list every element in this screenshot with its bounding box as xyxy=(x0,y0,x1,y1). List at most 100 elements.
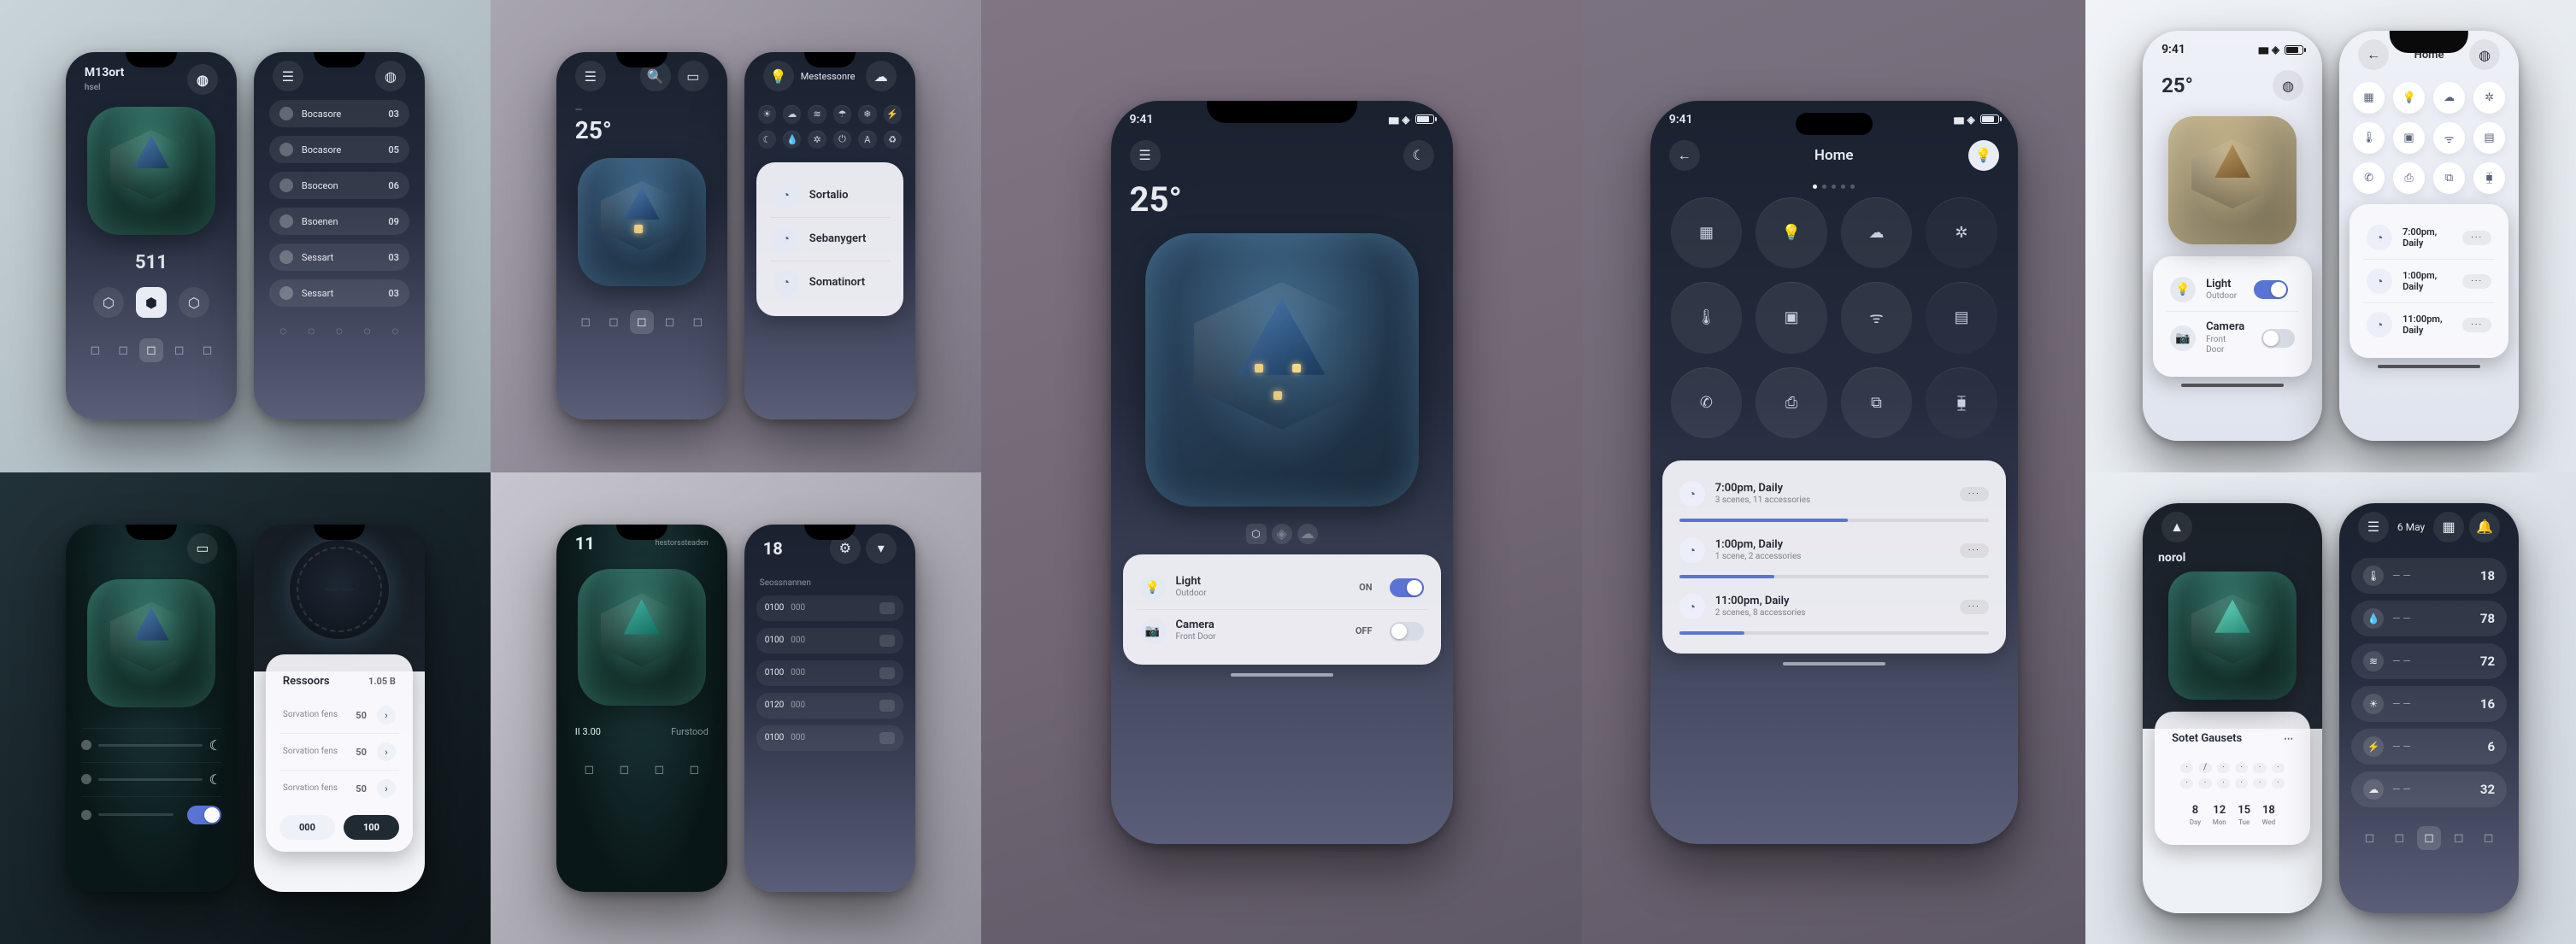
back-button[interactable]: ← xyxy=(1669,140,1700,171)
fan-icon[interactable]: ✲ xyxy=(2473,82,2505,114)
weather-icon[interactable]: ☁ xyxy=(2433,82,2465,114)
nav-b[interactable]: ◻ xyxy=(2387,826,2411,850)
nav-e[interactable]: ◌ xyxy=(384,319,408,343)
k[interactable]: · xyxy=(2253,778,2266,789)
nav-c[interactable]: ◻ xyxy=(647,758,671,782)
row-action[interactable] xyxy=(879,602,895,614)
nav-c[interactable]: ◻ xyxy=(630,310,654,334)
print-icon[interactable]: ⎙ xyxy=(2393,162,2425,194)
print-icon[interactable]: ⎙ xyxy=(1756,367,1827,439)
device-toggle[interactable] xyxy=(1390,578,1424,597)
list-item[interactable]: Sessart03 xyxy=(269,279,409,307)
list-item[interactable]: Sessart03 xyxy=(269,243,409,271)
k[interactable]: · xyxy=(2235,763,2248,773)
data-row[interactable]: 0100000 xyxy=(756,628,903,654)
k[interactable]: · xyxy=(2272,763,2285,773)
more-icon[interactable]: ··· xyxy=(2462,318,2491,332)
scene-row[interactable]: ◔Sortalio xyxy=(770,174,890,217)
moon-icon[interactable]: ☾ xyxy=(1403,140,1434,171)
slider-row-3[interactable] xyxy=(81,796,221,833)
auto-icon[interactable]: A xyxy=(858,131,876,149)
k[interactable]: · xyxy=(2180,763,2193,773)
panel-icon[interactable]: ▤ xyxy=(2473,122,2505,154)
nav-b[interactable]: ◻ xyxy=(612,758,636,782)
row-action-icon[interactable]: › xyxy=(377,706,396,724)
hex-icon[interactable]: ⬡ xyxy=(1246,524,1267,544)
video-icon[interactable]: ⧯ xyxy=(1926,367,1997,439)
number-item[interactable]: 8Day xyxy=(2190,804,2201,826)
bolt-icon[interactable]: ⚡ xyxy=(884,105,902,123)
more-icon[interactable]: ··· xyxy=(1960,600,1989,614)
bulb-badge-icon[interactable]: 💡 xyxy=(1968,140,1999,171)
nav-2[interactable]: ◻ xyxy=(111,338,135,362)
video-icon[interactable]: ⧯ xyxy=(2473,162,2505,194)
cloud-icon[interactable]: ☁ xyxy=(783,105,801,123)
more-icon[interactable]: ··· xyxy=(2462,274,2491,289)
grid-icon[interactable]: ▦ xyxy=(2433,512,2464,542)
stat-row[interactable]: 🌡— —18 xyxy=(2351,558,2507,594)
k[interactable]: · xyxy=(2217,778,2230,789)
k[interactable]: / xyxy=(2198,763,2211,773)
cloud-icon[interactable]: ☁ xyxy=(1297,524,1318,544)
row-action[interactable] xyxy=(879,732,895,744)
k[interactable]: · xyxy=(2217,763,2230,773)
nav-a[interactable]: ◻ xyxy=(573,310,597,334)
schedule-row[interactable]: ◔ 1:00pm, Daily1 scene, 2 accessories ··… xyxy=(1676,529,1992,572)
phone-icon[interactable]: ✆ xyxy=(1671,367,1743,439)
thermo-icon[interactable]: 🌡 xyxy=(1671,282,1743,354)
thermostat-dial[interactable]: — — xyxy=(288,538,391,641)
hex-1-icon[interactable]: ⬡ xyxy=(93,287,124,318)
schedule-row[interactable]: ◔ 11:00pm, Daily ··· xyxy=(2363,302,2495,346)
row-action-icon[interactable]: › xyxy=(377,742,396,761)
hex-3-icon[interactable]: ⬡ xyxy=(179,287,209,318)
chev-icon[interactable]: ▾ xyxy=(866,533,897,564)
list-item[interactable]: Bsoceon06 xyxy=(269,172,409,199)
toggle[interactable] xyxy=(187,806,221,824)
cast-icon[interactable]: ▭ xyxy=(678,61,709,91)
nav-a[interactable]: ◻ xyxy=(577,758,601,782)
slider-row-1[interactable]: ☾ xyxy=(81,728,221,762)
phone-icon[interactable]: ✆ xyxy=(2353,162,2385,194)
badge-icon[interactable]: ◍ xyxy=(2469,39,2500,70)
moon-icon[interactable]: ☾ xyxy=(758,131,776,149)
k[interactable]: · xyxy=(2198,778,2211,789)
list-item[interactable]: Bocasore03 xyxy=(269,100,409,127)
badge-icon[interactable]: ◍ xyxy=(187,64,218,95)
nav-3[interactable]: ◻ xyxy=(139,338,163,362)
nav-d[interactable]: ◌ xyxy=(356,319,379,343)
brand-icon[interactable]: ▲ xyxy=(2161,512,2192,542)
scene-row[interactable]: ◔Sebanygert xyxy=(770,217,890,261)
number-item[interactable]: 15Tue xyxy=(2238,804,2250,826)
fan-icon[interactable]: ✲ xyxy=(808,131,826,149)
nav-c[interactable]: ◻ xyxy=(2417,826,2441,850)
cloud-icon[interactable]: ☁ xyxy=(866,61,897,91)
cast-icon[interactable]: ▭ xyxy=(187,533,218,564)
drop-icon[interactable]: 💧 xyxy=(783,131,801,149)
number-item[interactable]: 18Wed xyxy=(2262,804,2276,826)
bulb-icon[interactable]: 💡 xyxy=(1756,197,1827,269)
wifi-icon[interactable]: ᯤ xyxy=(2433,122,2465,154)
device-toggle[interactable] xyxy=(2261,329,2295,348)
menu-icon[interactable]: ☰ xyxy=(273,61,303,91)
rain-icon[interactable]: ☂ xyxy=(833,105,851,123)
wind-icon[interactable]: ≋ xyxy=(808,105,826,123)
nav-b[interactable]: ◌ xyxy=(299,319,323,343)
list-item[interactable]: Bsoenen09 xyxy=(269,208,409,235)
device-toggle[interactable] xyxy=(2254,280,2288,299)
k[interactable]: · xyxy=(2180,778,2193,789)
nav-1[interactable]: ◻ xyxy=(83,338,107,362)
list-item[interactable]: Bocasore05 xyxy=(269,136,409,163)
badge-icon[interactable]: ◍ xyxy=(375,61,406,91)
nav-a[interactable]: ◻ xyxy=(2357,826,2381,850)
row-action[interactable] xyxy=(879,635,895,647)
row-action-icon[interactable]: › xyxy=(377,779,396,798)
data-row[interactable]: 0100000 xyxy=(756,725,903,751)
scene-row[interactable]: ◔Somatinort xyxy=(770,261,890,304)
row-action[interactable] xyxy=(879,700,895,712)
nav-c[interactable]: ◌ xyxy=(327,319,351,343)
schedule-row[interactable]: ◔ 11:00pm, Daily2 scenes, 8 accessories … xyxy=(1676,585,1992,628)
nav-b[interactable]: ◻ xyxy=(602,310,626,334)
nav-d[interactable]: ◻ xyxy=(658,310,682,334)
grid-icon[interactable]: ▦ xyxy=(2353,82,2385,114)
k[interactable]: · xyxy=(2253,763,2266,773)
